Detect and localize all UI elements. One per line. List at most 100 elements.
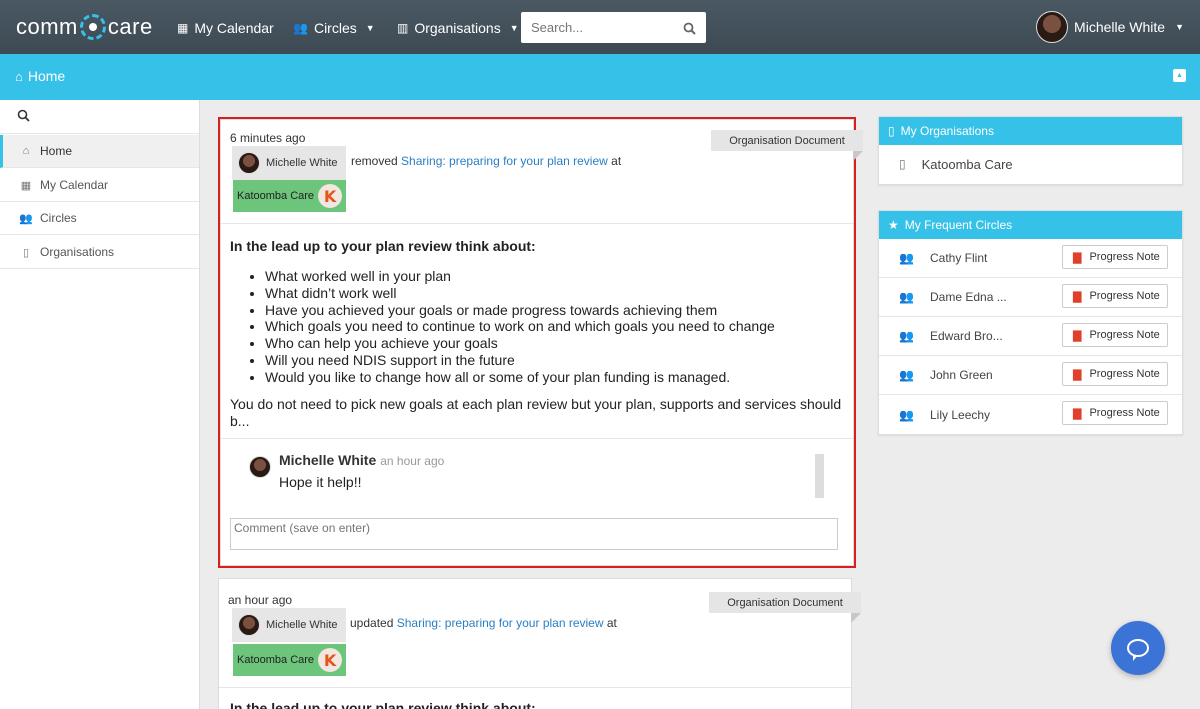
- user-chip[interactable]: Michelle White: [232, 608, 346, 642]
- building-icon: ▯: [888, 124, 895, 138]
- circle-name[interactable]: Cathy Flint: [930, 251, 987, 265]
- document-link[interactable]: Sharing: preparing for your plan review: [401, 154, 608, 168]
- document-type-tag: Organisation Document: [709, 592, 861, 623]
- progress-note-label: Progress Note: [1089, 290, 1160, 302]
- progress-note-button[interactable]: ▇ Progress Note: [1062, 323, 1168, 347]
- commcare-logo[interactable]: comm care: [16, 12, 153, 42]
- calendar-icon: ▦: [177, 21, 189, 35]
- sidebar-item-label: Circles: [40, 211, 77, 225]
- user-chip-name: Michelle White: [266, 157, 338, 169]
- circle-name[interactable]: Lily Leechy: [930, 408, 990, 422]
- chevron-down-icon: ▼: [365, 23, 375, 33]
- users-icon: 👥: [19, 212, 33, 225]
- star-icon: ★: [888, 218, 899, 232]
- panel-header: ▯ My Organisations: [879, 117, 1182, 145]
- search-input[interactable]: [531, 18, 671, 37]
- organisation-name: Katoomba Care: [921, 156, 1013, 172]
- progress-note-label: Progress Note: [1089, 329, 1160, 341]
- feed-at: at: [611, 154, 622, 168]
- feed-verb: updated: [350, 616, 394, 630]
- sidebar-search[interactable]: [0, 100, 199, 134]
- nav-circles[interactable]: 👥 Circles ▼: [293, 18, 375, 38]
- comment-author[interactable]: Michelle White: [279, 452, 376, 468]
- user-chip-name: Michelle White: [266, 619, 338, 631]
- panel-title: My Organisations: [900, 124, 994, 138]
- comment-time: an hour ago: [380, 454, 445, 468]
- document-excerpt: In the lead up to your plan review think…: [230, 238, 855, 430]
- panel-header: ★ My Frequent Circles: [879, 211, 1182, 239]
- nav-organisations-label: Organisations: [414, 20, 501, 36]
- organisation-list-item[interactable]: ▯ Katoomba Care: [879, 145, 1182, 183]
- nav-my-calendar[interactable]: ▦ My Calendar: [177, 18, 274, 38]
- breadcrumb-home: Home: [27, 68, 66, 84]
- search-icon: [17, 109, 30, 122]
- sidebar-item-organisations[interactable]: ▯ Organisations: [0, 236, 199, 269]
- collapse-button[interactable]: ▲: [1173, 69, 1186, 82]
- organisation-name: Katoomba Care: [237, 190, 315, 202]
- document-link[interactable]: Sharing: preparing for your plan review: [397, 616, 604, 630]
- building-icon: ▯: [22, 246, 30, 259]
- users-icon: 👥: [899, 368, 914, 382]
- progress-note-button[interactable]: ▇ Progress Note: [1062, 245, 1168, 269]
- building-icon: ▥: [397, 21, 409, 35]
- search-icon: [683, 22, 696, 35]
- sidebar-item-my-calendar[interactable]: ▦ My Calendar: [0, 169, 199, 202]
- users-icon: 👥: [899, 329, 914, 343]
- logo-text-left: comm: [16, 14, 78, 39]
- feed-action-line: updated Sharing: preparing for your plan…: [350, 616, 617, 630]
- organisation-chip[interactable]: Katoomba Care K: [233, 644, 347, 676]
- feed-card: 6 minutes ago Organisation Document Mich…: [218, 117, 863, 568]
- sidebar-item-home[interactable]: ⌂ Home: [0, 135, 199, 168]
- feed-time: an hour ago: [228, 593, 293, 607]
- divider: [219, 687, 851, 688]
- nav-organisations[interactable]: ▥ Organisations ▼: [397, 18, 519, 38]
- organisation-chip[interactable]: Katoomba Care K: [233, 180, 347, 212]
- sidebar: ⌂ Home ▦ My Calendar 👥 Circles ▯ Organis…: [0, 100, 200, 709]
- avatar: [1036, 11, 1069, 43]
- user-name: Michelle White: [1074, 19, 1166, 35]
- top-navbar: comm care ▦ My Calendar 👥 Circles ▼ ▥ Or…: [0, 0, 1200, 54]
- document-heading: In the lead up to your plan review think…: [230, 700, 536, 709]
- logo-text-right: care: [107, 14, 153, 39]
- comment-scrollbar[interactable]: [815, 454, 824, 498]
- list-item: What didn’t work well: [265, 285, 855, 302]
- home-icon: ⌂: [15, 68, 23, 84]
- comment-input[interactable]: [230, 518, 838, 550]
- progress-note-button[interactable]: ▇ Progress Note: [1062, 284, 1168, 308]
- user-menu[interactable]: Michelle White ▼: [1036, 10, 1184, 44]
- users-icon: 👥: [899, 290, 914, 304]
- nav-my-calendar-label: My Calendar: [194, 20, 274, 36]
- chevron-up-icon: ▲: [1176, 72, 1183, 79]
- comment-text: Hope it help!!: [279, 474, 362, 490]
- sidebar-item-label: Organisations: [40, 245, 115, 259]
- my-organisations-panel: ▯ My Organisations ▯ Katoomba Care: [878, 116, 1183, 185]
- circle-name[interactable]: Edward Bro...: [930, 329, 1003, 343]
- avatar: [238, 614, 260, 636]
- breadcrumb-bar: ⌂ Home ▲: [0, 54, 1200, 100]
- progress-note-label: Progress Note: [1089, 251, 1160, 263]
- user-chip[interactable]: Michelle White: [232, 146, 346, 180]
- list-item: 👥 Cathy Flint ▇ Progress Note: [879, 239, 1182, 278]
- chat-bubble-icon: [1127, 639, 1149, 661]
- document-icon: ▇: [1073, 368, 1082, 381]
- help-chat-button[interactable]: [1111, 621, 1165, 675]
- document-excerpt: In the lead up to your plan review think…: [230, 700, 855, 709]
- progress-note-button[interactable]: ▇ Progress Note: [1062, 362, 1168, 386]
- organisation-logo: K: [318, 184, 343, 208]
- comment-author-line: Michelle White an hour ago: [279, 452, 444, 468]
- list-item: 👥 Edward Bro... ▇ Progress Note: [879, 317, 1182, 356]
- document-type-tag: Organisation Document: [711, 130, 863, 161]
- search-button[interactable]: [678, 17, 700, 39]
- circle-name[interactable]: Dame Edna ...: [930, 290, 1007, 304]
- breadcrumb[interactable]: ⌂ Home: [15, 68, 65, 84]
- document-bullet-list: What worked well in your plan What didn’…: [265, 268, 855, 386]
- progress-note-label: Progress Note: [1089, 368, 1160, 380]
- list-item: Who can help you achieve your goals: [265, 335, 855, 352]
- document-icon: ▇: [1073, 329, 1082, 342]
- progress-note-button[interactable]: ▇ Progress Note: [1062, 401, 1168, 425]
- sidebar-item-label: My Calendar: [40, 178, 109, 192]
- users-icon: 👥: [899, 251, 914, 265]
- list-item: 👥 Dame Edna ... ▇ Progress Note: [879, 278, 1182, 317]
- sidebar-item-circles[interactable]: 👥 Circles: [0, 202, 199, 235]
- circle-name[interactable]: John Green: [930, 368, 993, 382]
